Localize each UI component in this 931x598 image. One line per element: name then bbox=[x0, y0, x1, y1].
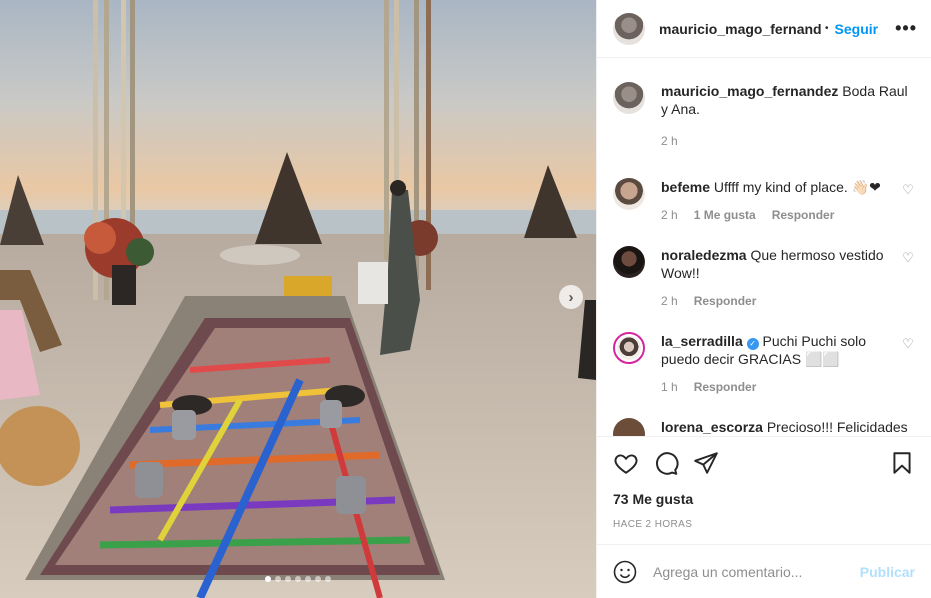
comment-time[interactable]: 2 h bbox=[661, 206, 678, 224]
like-comment-heart-icon[interactable]: ♡ bbox=[901, 336, 915, 396]
comment-bubble-icon[interactable] bbox=[653, 450, 679, 476]
comment-text: Precioso!!! Felicidades bbox=[766, 419, 908, 435]
avatar[interactable] bbox=[613, 246, 645, 278]
comment-item: noraledezma Que hermoso vestido Wow!! 2 … bbox=[613, 246, 915, 310]
post-header: mauricio_mago_fernandez • Seguir ••• bbox=[597, 0, 931, 58]
avatar[interactable] bbox=[613, 12, 645, 45]
caption: mauricio_mago_fernandez Boda Raul y Ana.… bbox=[613, 58, 915, 150]
post-timestamp[interactable]: HACE 2 HORAS bbox=[613, 519, 915, 530]
caption-time[interactable]: 2 h bbox=[661, 132, 678, 150]
post-username[interactable]: mauricio_mago_fernandez bbox=[659, 21, 821, 37]
carousel-dot bbox=[295, 576, 301, 582]
caption-username[interactable]: mauricio_mago_fernandez bbox=[661, 83, 838, 99]
beach-ceremony-image bbox=[0, 0, 596, 598]
emoji-smiley-icon[interactable] bbox=[613, 560, 637, 584]
comment-item: lorena_escorza Precioso!!! Felicidades bbox=[613, 418, 915, 436]
comment-text: Uffff my kind of place. 👋🏻❤ bbox=[713, 179, 881, 195]
post-actions: 73 Me gusta HACE 2 HORAS bbox=[597, 436, 931, 544]
reply-button[interactable]: Responder bbox=[694, 292, 757, 310]
comment-time[interactable]: 2 h bbox=[661, 292, 678, 310]
add-comment-bar: Agrega un comentario... Publicar bbox=[597, 544, 931, 598]
comment-likes[interactable]: 1 Me gusta bbox=[694, 206, 756, 224]
likes-count[interactable]: 73 Me gusta bbox=[613, 491, 915, 507]
next-photo-button[interactable]: › bbox=[559, 285, 583, 309]
comment-input[interactable]: Agrega un comentario... bbox=[653, 564, 860, 580]
avatar[interactable] bbox=[613, 178, 645, 210]
carousel-dot bbox=[285, 576, 291, 582]
comment-username[interactable]: la_serradilla bbox=[661, 333, 743, 349]
carousel-dot bbox=[325, 576, 331, 582]
comment-item: befeme Uffff my kind of place. 👋🏻❤ 2 h 1 … bbox=[613, 178, 915, 224]
carousel-dot bbox=[265, 576, 271, 582]
more-options-icon[interactable]: ••• bbox=[895, 18, 917, 39]
reply-button[interactable]: Responder bbox=[694, 378, 757, 396]
carousel-indicator bbox=[0, 576, 596, 582]
avatar[interactable] bbox=[613, 418, 645, 436]
carousel-dot bbox=[315, 576, 321, 582]
verified-badge-icon: ✓ bbox=[746, 338, 759, 350]
chevron-right-icon: › bbox=[568, 288, 574, 306]
avatar[interactable] bbox=[613, 82, 645, 114]
carousel-dot bbox=[275, 576, 281, 582]
comment-username[interactable]: noraledezma bbox=[661, 247, 747, 263]
comment-item: la_serradilla ✓ Puchi Puchi solo puedo d… bbox=[613, 332, 915, 396]
save-bookmark-icon[interactable] bbox=[889, 450, 915, 476]
avatar[interactable] bbox=[613, 332, 645, 364]
publish-button[interactable]: Publicar bbox=[860, 564, 915, 580]
like-comment-heart-icon[interactable]: ♡ bbox=[901, 250, 915, 310]
like-comment-heart-icon[interactable]: ♡ bbox=[901, 182, 915, 224]
share-paper-plane-icon[interactable] bbox=[693, 450, 719, 476]
post-sidebar: mauricio_mago_fernandez • Seguir ••• mau… bbox=[596, 0, 931, 598]
comment-time[interactable]: 1 h bbox=[661, 378, 678, 396]
comments-list[interactable]: mauricio_mago_fernandez Boda Raul y Ana.… bbox=[597, 58, 931, 436]
post-photo[interactable]: › bbox=[0, 0, 596, 598]
follow-button[interactable]: Seguir bbox=[835, 21, 879, 37]
separator-dot: • bbox=[825, 23, 829, 34]
reply-button[interactable]: Responder bbox=[772, 206, 835, 224]
comment-username[interactable]: befeme bbox=[661, 179, 710, 195]
carousel-dot bbox=[305, 576, 311, 582]
like-heart-icon[interactable] bbox=[613, 450, 639, 476]
comment-username[interactable]: lorena_escorza bbox=[661, 419, 763, 435]
